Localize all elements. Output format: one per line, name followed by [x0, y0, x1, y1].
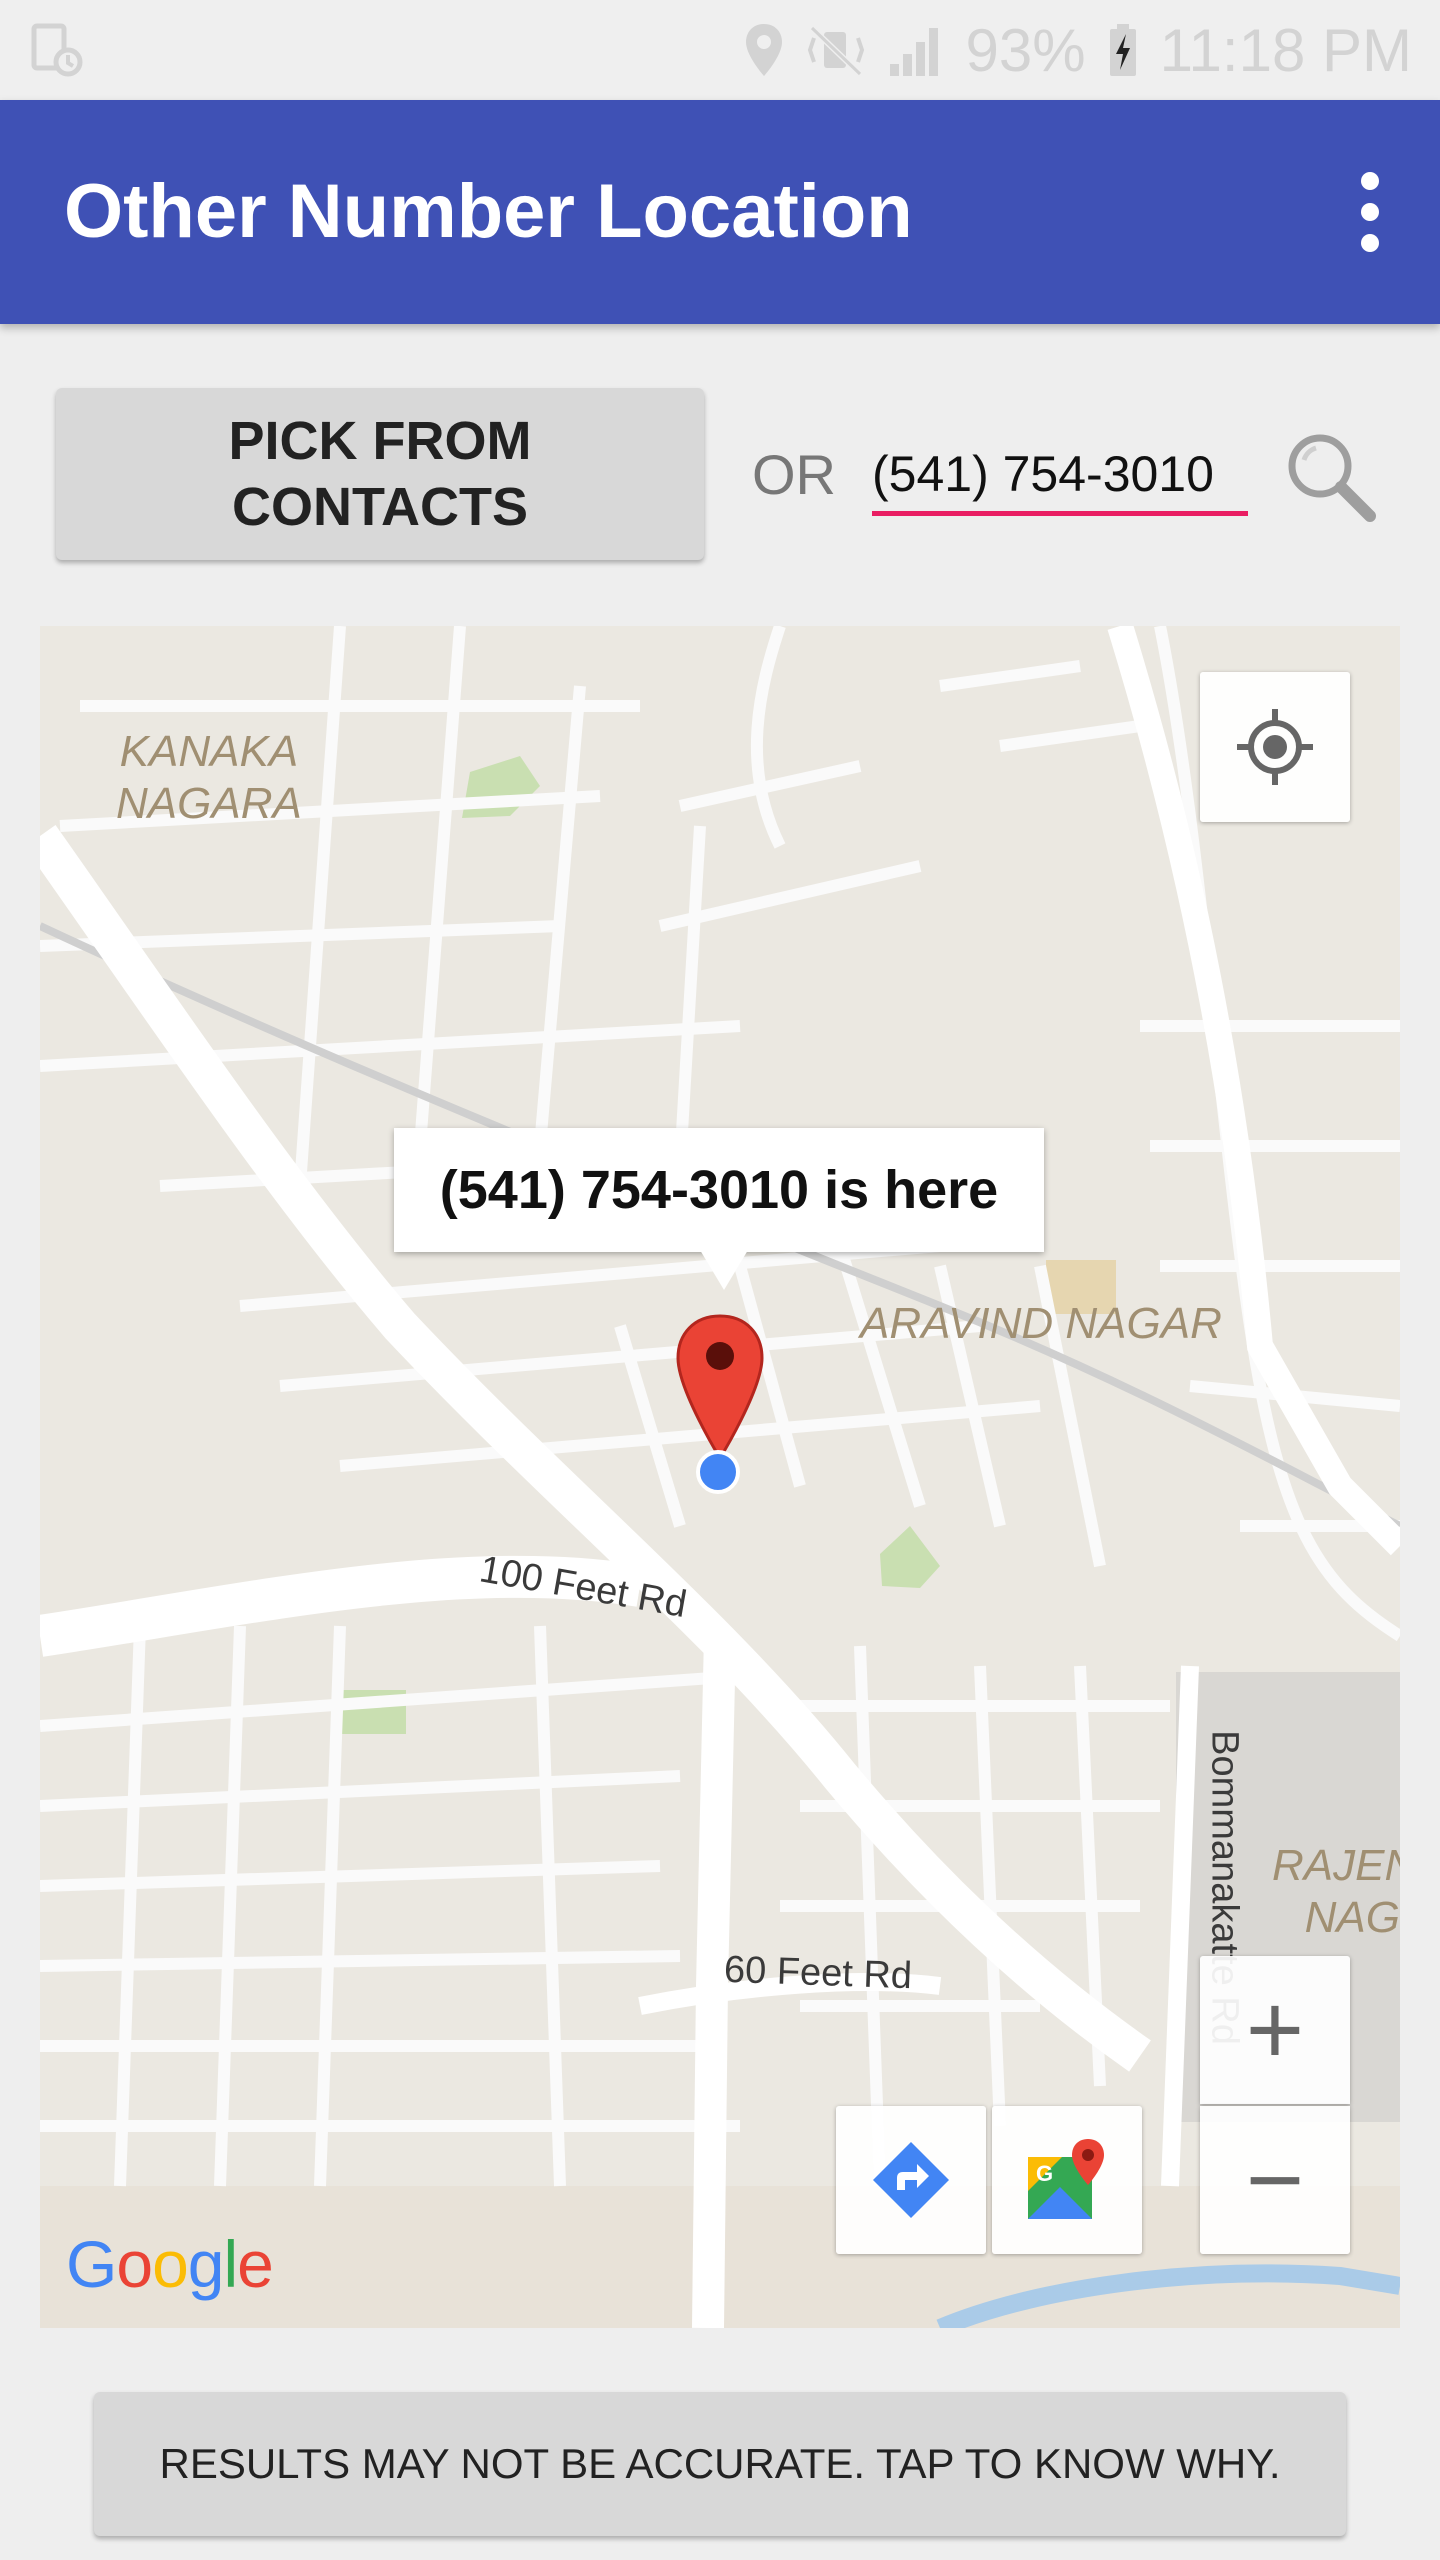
google-logo: Google	[66, 2226, 274, 2302]
marker-info-window[interactable]: (541) 754-3010 is here	[394, 1128, 1044, 1252]
zoom-out-button[interactable]: −	[1200, 2106, 1350, 2254]
place-label-kanaka: KANAKA NAGARA	[116, 727, 302, 828]
zoom-in-button[interactable]: +	[1200, 1956, 1350, 2104]
directions-icon	[873, 2142, 949, 2218]
google-maps-icon: G	[1028, 2139, 1104, 2219]
battery-charging-icon	[1109, 24, 1136, 76]
my-location-button[interactable]	[1200, 672, 1350, 822]
zoom-out-label: −	[1245, 2124, 1305, 2236]
search-icon[interactable]	[1278, 424, 1382, 528]
zoom-in-label: +	[1245, 1974, 1305, 2086]
google-logo-letter: o	[152, 2227, 189, 2301]
map-marker-icon[interactable]	[674, 1312, 766, 1462]
google-logo-letter: e	[237, 2227, 274, 2301]
directions-button[interactable]	[836, 2106, 986, 2254]
sim-status-icon	[30, 22, 86, 78]
google-logo-letter: o	[116, 2227, 153, 2301]
or-label: OR	[752, 443, 836, 506]
location-icon	[745, 24, 782, 76]
google-logo-letter: l	[223, 2227, 239, 2301]
my-location-icon	[1237, 709, 1313, 785]
place-label-aravind: ARAVIND NAGAR	[860, 1299, 1222, 1348]
app-bar: Other Number Location	[0, 100, 1440, 324]
google-logo-letter: g	[187, 2227, 225, 2301]
phone-number-input[interactable]	[872, 436, 1248, 516]
battery-percent: 93%	[965, 16, 1086, 84]
more-vert-icon[interactable]	[1340, 172, 1400, 252]
status-time: 11:18 PM	[1159, 16, 1412, 84]
app-title: Other Number Location	[64, 169, 913, 254]
status-icons: 93% 11:18 PM	[744, 0, 1412, 100]
info-window-tail	[700, 1250, 748, 1290]
pick-from-contacts-button[interactable]: PICK FROM CONTACTS	[56, 388, 704, 560]
svg-text:G: G	[1036, 2161, 1053, 2186]
current-location-dot	[696, 1450, 740, 1494]
road-label-60-feet: 60 Feet Rd	[723, 1948, 913, 1998]
place-label-rajen: RAJEN NAG	[1272, 1841, 1400, 1942]
open-in-maps-button[interactable]: G	[992, 2106, 1142, 2254]
accuracy-info-button[interactable]: RESULTS MAY NOT BE ACCURATE. TAP TO KNOW…	[94, 2392, 1346, 2536]
signal-icon	[889, 28, 938, 76]
map-view[interactable]: KANAKA NAGARA ARAVIND NAGAR RAJEN NAG 10…	[40, 626, 1400, 2328]
google-logo-letter: G	[66, 2227, 117, 2301]
vibrate-mute-icon	[807, 25, 864, 77]
status-bar: 93% 11:18 PM	[0, 0, 1440, 100]
